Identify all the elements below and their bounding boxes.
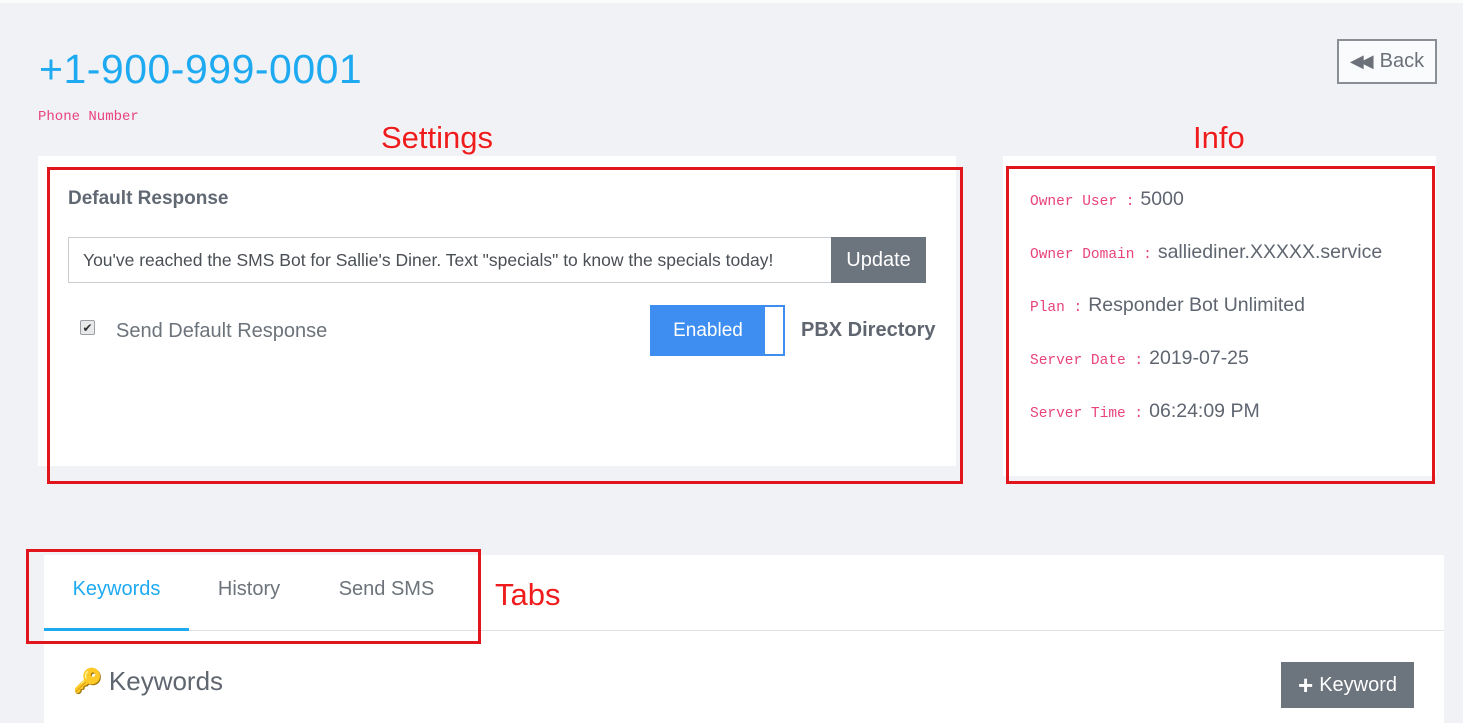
settings-annotation: Settings <box>381 120 494 155</box>
info-highlight-box <box>1006 166 1435 484</box>
phone-number-label: Phone Number <box>38 109 139 125</box>
page-title: +1-900-999-0001 <box>39 46 363 92</box>
info-annotation: Info <box>1193 120 1245 155</box>
keywords-heading: 🔑 Keywords <box>73 666 223 697</box>
tabs-highlight-box <box>26 549 481 644</box>
fast-backward-icon: ◀◀ <box>1349 51 1374 71</box>
back-button-label: Back <box>1379 50 1425 72</box>
plus-icon: + <box>1298 670 1314 700</box>
add-keyword-button[interactable]: + Keyword <box>1281 662 1414 708</box>
keywords-heading-label: Keywords <box>108 666 224 696</box>
key-icon: 🔑 <box>73 668 103 695</box>
add-keyword-label: Keyword <box>1319 673 1397 696</box>
settings-highlight-box <box>47 167 963 484</box>
tabs-annotation: Tabs <box>495 577 561 612</box>
back-button[interactable]: ◀◀ Back <box>1337 39 1437 84</box>
